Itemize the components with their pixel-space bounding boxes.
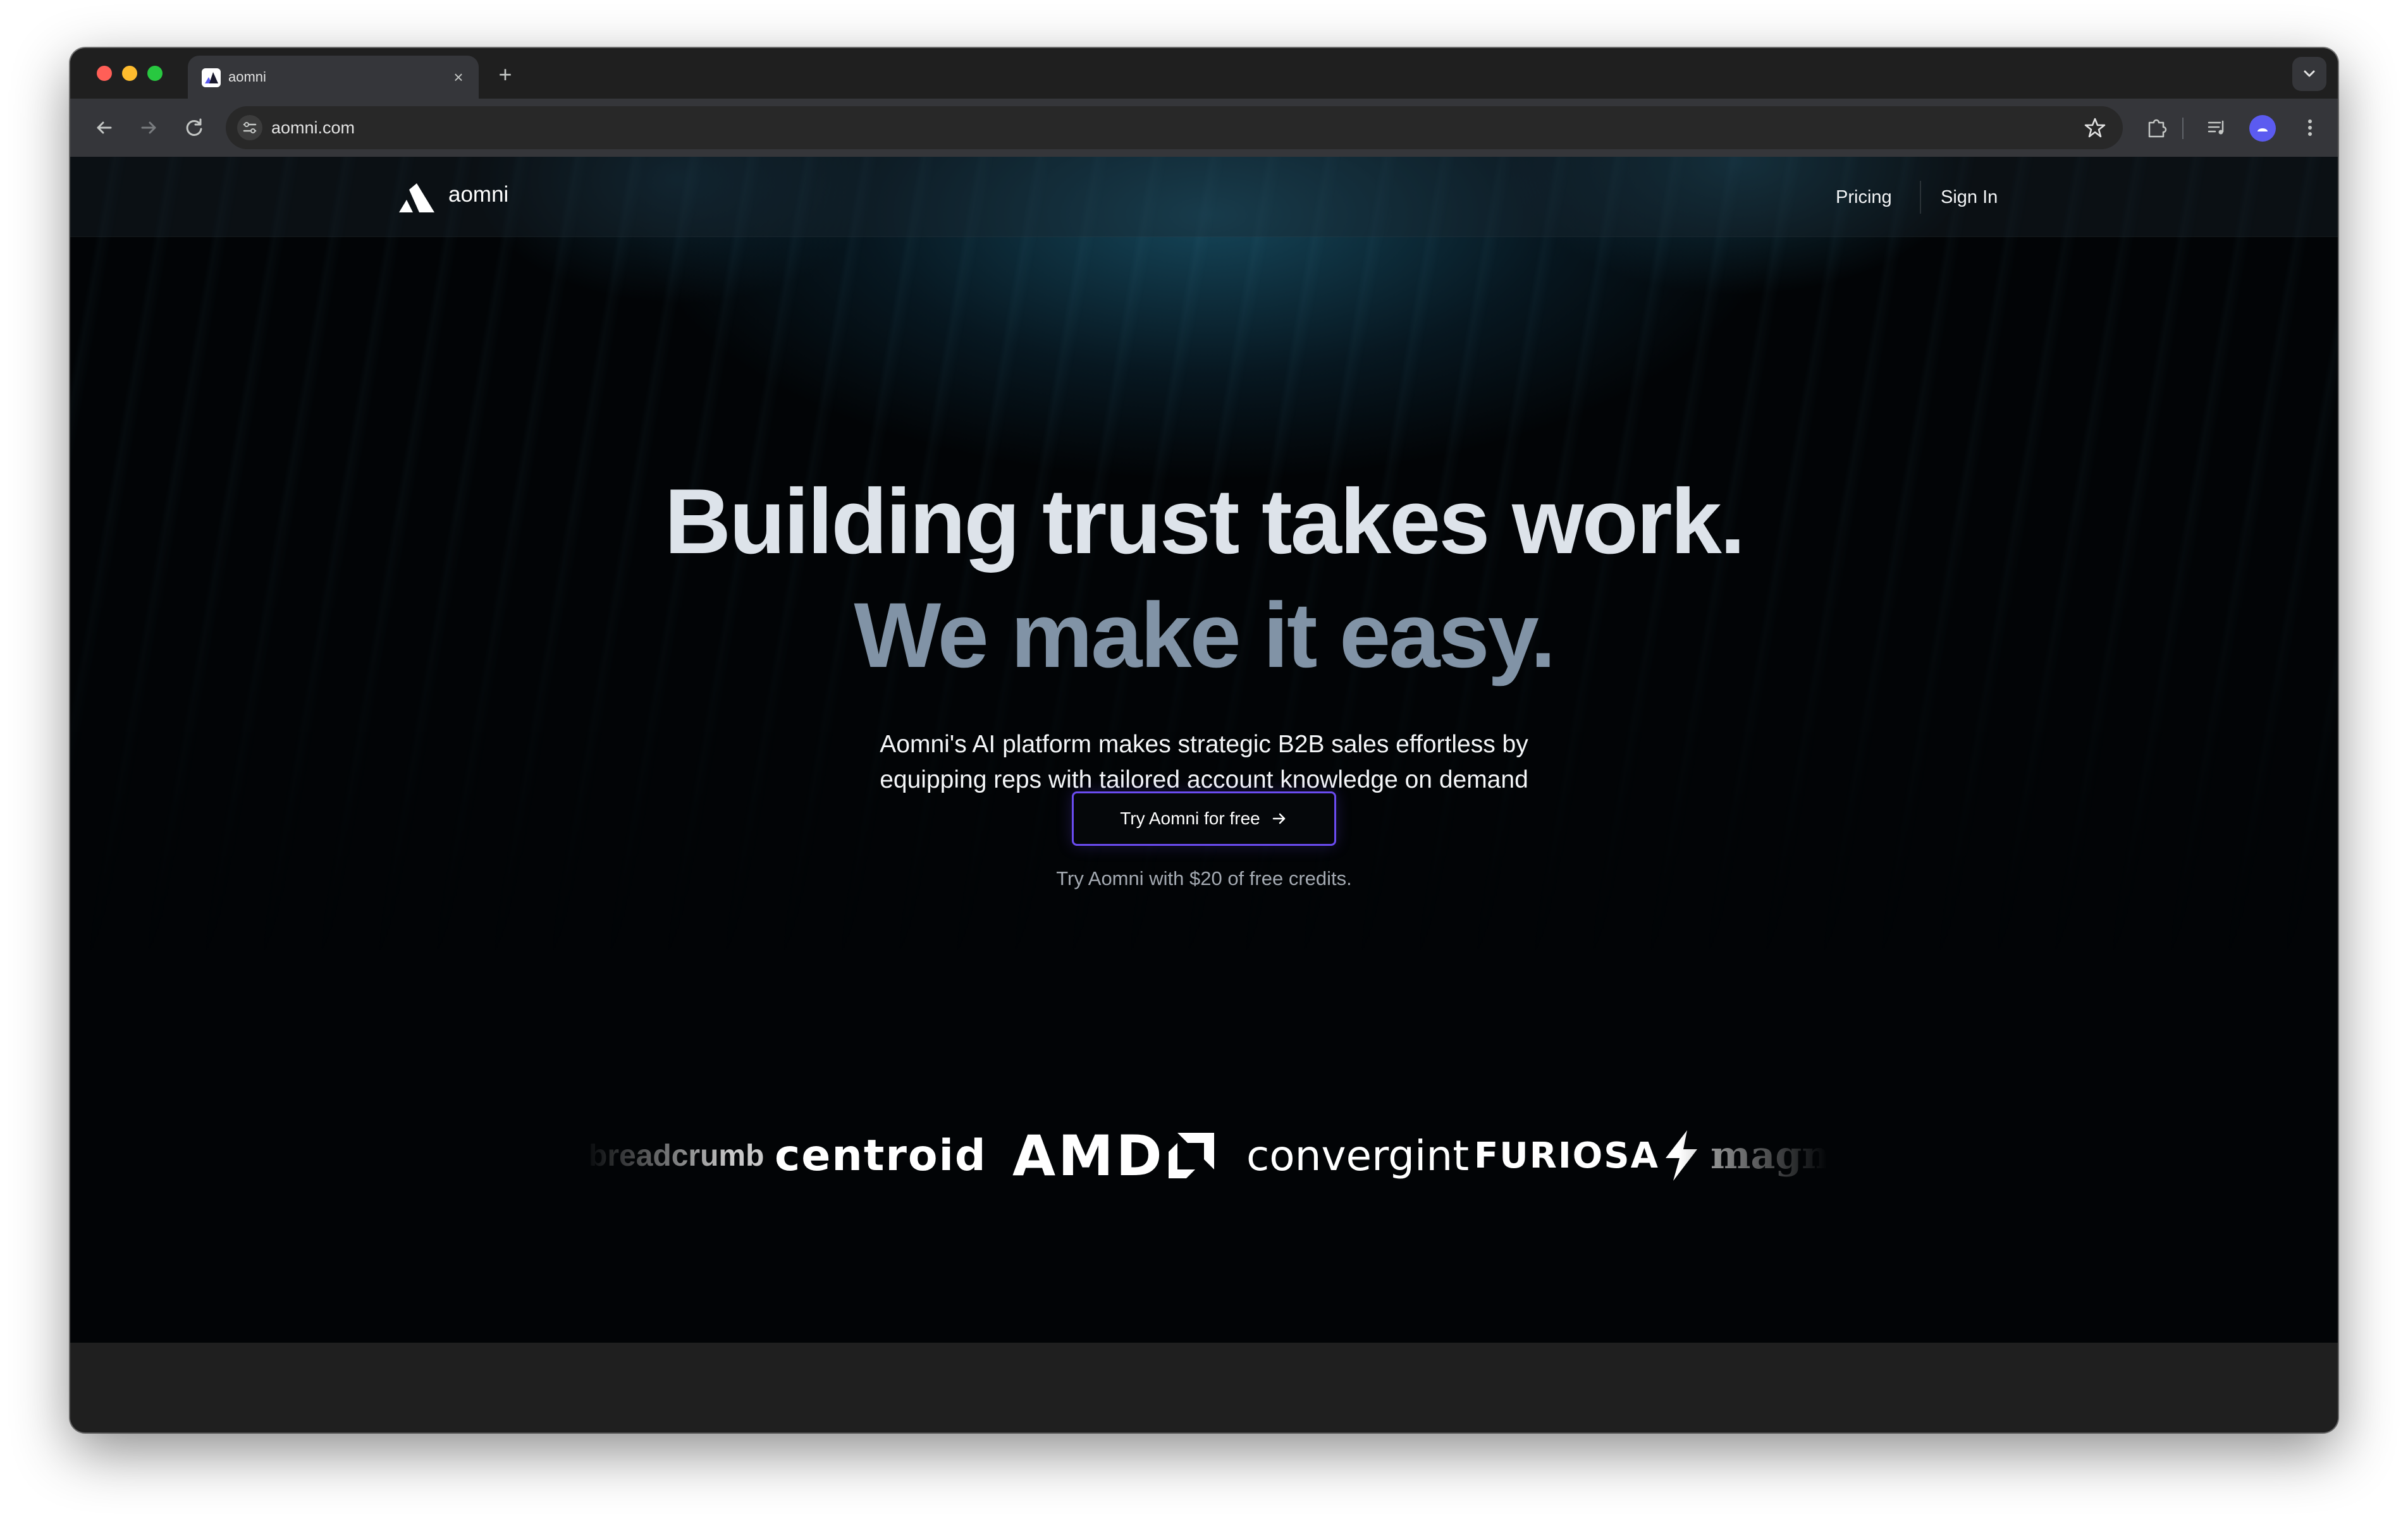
cta-label: Try Aomni for free bbox=[1120, 809, 1260, 828]
tab-title: aomni bbox=[228, 69, 266, 85]
logo-magno: magno bbox=[1711, 1133, 1828, 1178]
free-credits-note: Try Aomni with $20 of free credits. bbox=[1056, 867, 1352, 889]
logo-amd: AMD bbox=[1012, 1092, 1214, 1219]
brand-name: aomni bbox=[448, 182, 509, 207]
window-bottom-band bbox=[70, 1343, 2338, 1432]
site-settings-icon[interactable] bbox=[237, 115, 262, 140]
maximize-window-button[interactable] bbox=[147, 66, 163, 81]
try-aomni-button[interactable]: Try Aomni for free bbox=[1072, 791, 1336, 846]
browser-toolbar: aomni.com bbox=[70, 99, 2338, 157]
browser-window: aomni × + aomni.com aomni Pricing Sign I… bbox=[70, 48, 2338, 1432]
logo-furiosa-text: FURIOSA bbox=[1474, 1135, 1659, 1176]
bookmark-star-icon[interactable] bbox=[2082, 115, 2108, 140]
back-arrow-icon[interactable] bbox=[89, 113, 120, 143]
address-bar[interactable]: aomni.com bbox=[226, 106, 2123, 149]
logo-furiosa: FURIOSA bbox=[1474, 1092, 1700, 1219]
logo-convergint: convergint bbox=[1246, 1131, 1470, 1180]
url-text: aomni.com bbox=[271, 118, 355, 137]
reading-list-icon[interactable] bbox=[2201, 113, 2232, 143]
logo-centroid: centroid bbox=[775, 1130, 987, 1181]
close-tab-icon[interactable]: × bbox=[448, 67, 469, 87]
aomni-logo-icon bbox=[399, 183, 434, 212]
extensions-puzzle-icon[interactable] bbox=[2142, 113, 2172, 143]
reload-icon[interactable] bbox=[179, 113, 209, 143]
nav-divider bbox=[1920, 181, 1921, 214]
nav-pricing-link[interactable]: Pricing bbox=[1836, 186, 1892, 209]
browser-tab[interactable]: aomni × bbox=[188, 56, 479, 99]
logo-amd-text: AMD bbox=[1012, 1123, 1165, 1188]
hero-subtitle: Aomni's AI platform makes strategic B2B … bbox=[880, 731, 1528, 793]
close-window-button[interactable] bbox=[97, 66, 112, 81]
web-page: aomni Pricing Sign In Building trust tak… bbox=[70, 157, 2338, 1343]
forward-arrow-icon[interactable] bbox=[133, 113, 164, 143]
lightning-bolt-icon bbox=[1665, 1130, 1697, 1181]
arrow-right-icon bbox=[1272, 813, 1285, 824]
profile-avatar[interactable] bbox=[2249, 115, 2276, 142]
tab-search-button[interactable] bbox=[2292, 57, 2326, 91]
hero-headline: Building trust takes work. bbox=[664, 470, 1746, 573]
toolbar-divider bbox=[2182, 118, 2184, 139]
aomni-favicon-icon bbox=[202, 68, 221, 87]
logo-breadcrumb: breadcrumb bbox=[589, 1138, 765, 1173]
chevron-down-icon bbox=[2304, 70, 2315, 77]
menu-kebab-icon[interactable] bbox=[2295, 113, 2325, 143]
tab-strip: aomni × + bbox=[70, 48, 2338, 99]
amd-arrow-icon bbox=[1168, 1133, 1214, 1178]
site-navbar: aomni Pricing Sign In bbox=[70, 157, 2338, 237]
hero-headline-secondary: We make it easy. bbox=[854, 583, 1556, 687]
customer-logo-strip: breadcrumb centroid AMD convergint FURIO… bbox=[582, 1092, 1828, 1219]
new-tab-button[interactable]: + bbox=[493, 62, 518, 87]
minimize-window-button[interactable] bbox=[122, 66, 137, 81]
nav-sign-in-link[interactable]: Sign In bbox=[1941, 186, 1998, 209]
